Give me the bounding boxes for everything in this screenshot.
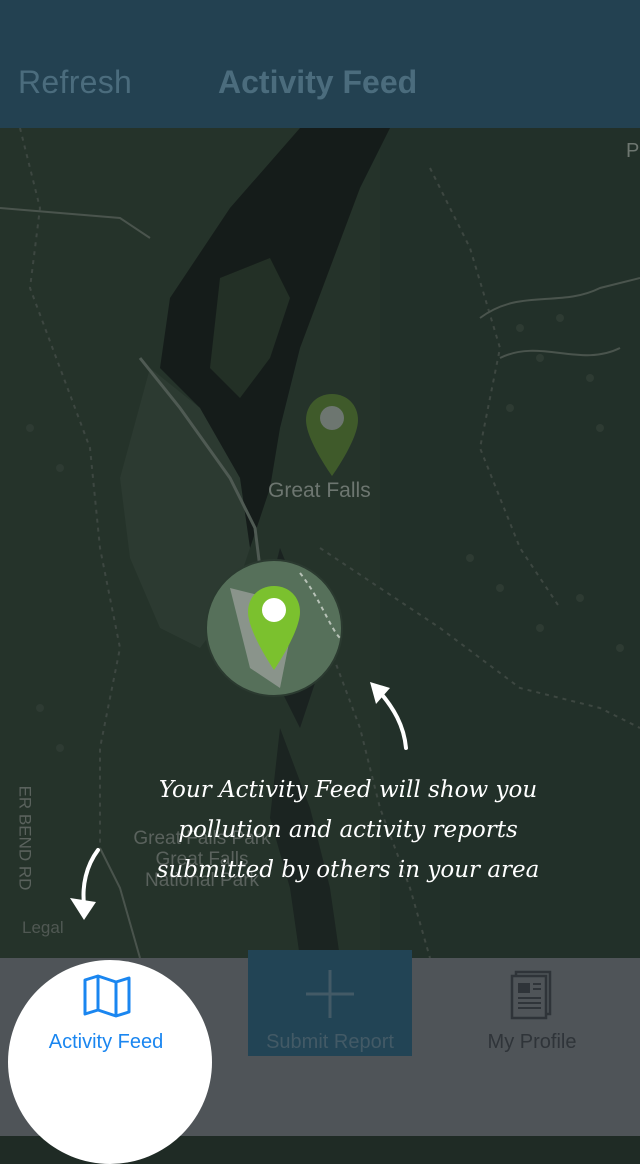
map-place-label: Great Falls <box>268 479 371 502</box>
location-pin-icon[interactable] <box>304 392 360 478</box>
nav-bar: Refresh Activity Feed <box>0 0 640 128</box>
tab-my-profile[interactable]: My Profile <box>450 1031 614 1054</box>
arrow-up-icon <box>370 682 408 750</box>
road-label: ER BEND RD <box>15 785 35 891</box>
tab-activity-feed[interactable]: Activity Feed <box>8 1031 204 1054</box>
refresh-button[interactable]: Refresh <box>18 64 132 101</box>
onboarding-hint-text: Your Activity Feed will show you polluti… <box>156 777 540 883</box>
map-corner-label: P <box>626 140 640 162</box>
document-icon <box>510 970 552 1020</box>
plus-icon <box>306 970 354 1018</box>
legal-link[interactable]: Legal <box>22 918 64 938</box>
current-location-pin-icon[interactable] <box>246 584 302 672</box>
tab-submit-report-label[interactable]: Submit Report <box>248 1031 412 1054</box>
map-icon <box>83 974 131 1018</box>
arrow-down-icon <box>70 848 100 920</box>
page-title: Activity Feed <box>218 64 418 100</box>
